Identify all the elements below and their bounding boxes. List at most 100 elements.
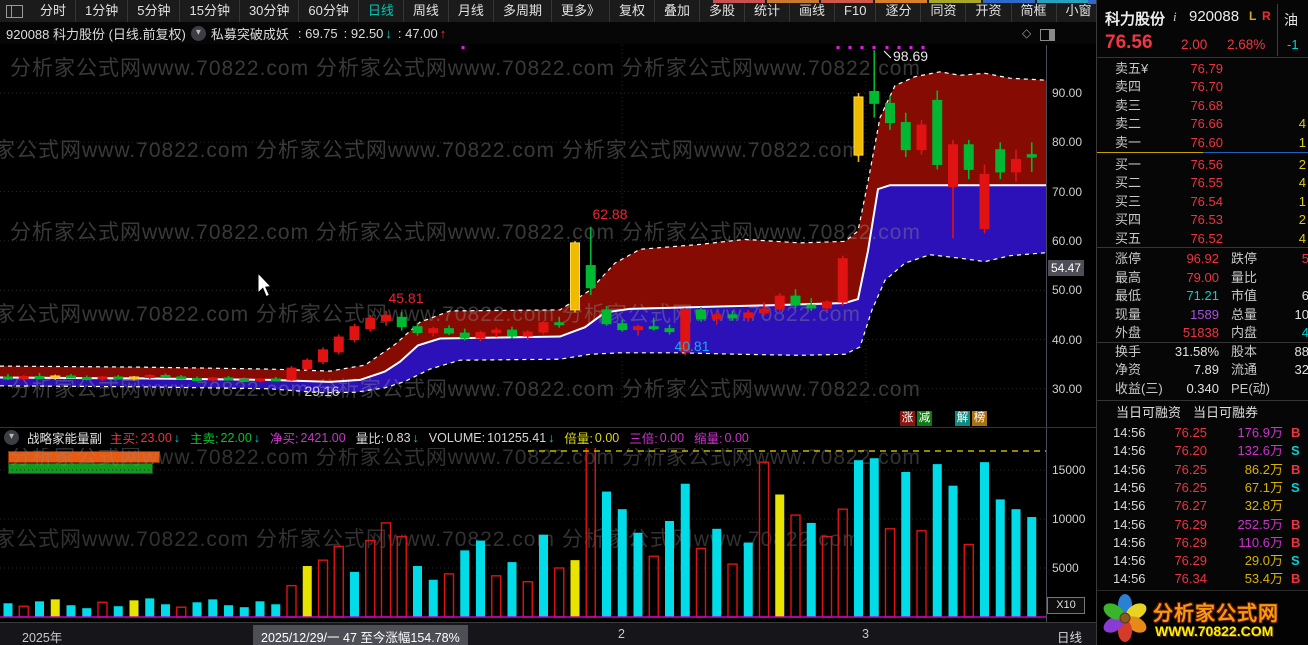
price-axis: 54.47 90.00 80.00 70.00 60.00 50.00 40.00 30.0…: [1046, 45, 1096, 622]
queue-price[interactable]: 76.68: [1153, 97, 1223, 115]
queue-price[interactable]: 76.60: [1153, 134, 1223, 152]
volume-axis-label: 10000: [1052, 512, 1086, 526]
volume-bar: [554, 567, 565, 618]
candle: [932, 99, 943, 165]
queue-price[interactable]: 76.70: [1153, 78, 1223, 96]
candle: [963, 144, 974, 170]
ask-row[interactable]: 卖二 76.66 4: [1097, 115, 1308, 133]
ask-row[interactable]: 卖四 76.70: [1097, 78, 1308, 96]
chart-header: 920088 科力股份 (日线.前复权) ▾ 私募突破成妖 : 69.75: 9…: [0, 22, 1096, 44]
info-value: 71.21: [1186, 288, 1219, 303]
bid-row[interactable]: 买二 76.55 4: [1097, 174, 1308, 192]
volume-chart[interactable]: 分析家公式网www.70822.com 分析家公式网www.70822.com …: [0, 448, 1046, 621]
volume-bar: [712, 528, 722, 617]
tick-time: 14:56: [1113, 516, 1146, 532]
chart-badge-减[interactable]: 减: [917, 411, 932, 426]
tick-time: 14:56: [1113, 553, 1146, 569]
tab-strip: [983, 0, 1035, 3]
volume-bar: [255, 601, 265, 617]
queue-price[interactable]: 76.66: [1153, 115, 1223, 133]
last-price: 76.56: [1105, 32, 1153, 53]
tick-row: 14:56 76.34 53.4万 B: [1097, 570, 1308, 588]
indicator-values: : 69.75: 92.50 ↓: 47.00 ↑: [294, 26, 446, 41]
quote-panel: 科力股份 i 920088 L R 76.56 2.00 2.68% 油 -1 …: [1096, 0, 1308, 645]
tick-amount: 53.4万: [1244, 571, 1283, 587]
volume-bar: [775, 494, 785, 617]
info-icon[interactable]: i: [1173, 9, 1177, 25]
candle: [507, 329, 517, 337]
tab-strip: [875, 0, 927, 3]
queue-price[interactable]: 76.79: [1153, 60, 1223, 78]
mouse-cursor: [257, 271, 273, 298]
margin-tab-1[interactable]: 当日可融券: [1193, 404, 1258, 422]
volume-bar: [239, 607, 249, 617]
ask-row[interactable]: 卖五¥ 76.79: [1097, 60, 1308, 78]
panel-layout-icon[interactable]: [1040, 29, 1055, 41]
site-logo[interactable]: 分析家公式网 WWW.70822.COM: [1097, 590, 1308, 645]
sub-stat-2: 净买: 2421.00: [270, 428, 346, 447]
queue-price[interactable]: 76.53: [1153, 211, 1223, 229]
queue-price[interactable]: 76.54: [1153, 193, 1223, 211]
volume-bar: [570, 560, 580, 617]
main-candlestick-chart[interactable]: 分析家公式网www.70822.com 分析家公式网www.70822.com …: [0, 45, 1046, 427]
tick-price: 76.25: [1174, 479, 1207, 495]
candle: [412, 326, 423, 334]
candle: [790, 295, 801, 306]
ask-row[interactable]: 卖一 76.60 1: [1097, 134, 1308, 152]
queue-volume: 4: [1298, 175, 1306, 191]
diamond-icon[interactable]: ◇: [1022, 26, 1031, 40]
candle: [774, 295, 785, 310]
window-pane-icon[interactable]: [6, 4, 23, 18]
bid-row[interactable]: 买四 76.53 2: [1097, 211, 1308, 229]
chevron-down-circle-icon[interactable]: ▾: [190, 25, 206, 41]
ask-row[interactable]: 卖三 76.68: [1097, 97, 1308, 115]
candle: [885, 102, 895, 124]
queue-volume: 1: [1298, 193, 1306, 209]
candle: [979, 173, 990, 230]
divider: [1097, 400, 1308, 401]
bid-row[interactable]: 买三 76.54 1: [1097, 193, 1308, 211]
candle: [66, 375, 76, 379]
sub-stat-label: VOLUME:: [428, 430, 486, 445]
watermark-text: 分析家公式网www.70822.com 分析家公式网www.70822.com …: [0, 528, 861, 551]
sub-stat-value: 0.00: [724, 430, 749, 445]
status-year: 2025年: [22, 631, 63, 645]
stock-name[interactable]: 科力股份: [1105, 8, 1165, 29]
queue-price[interactable]: 76.56: [1153, 156, 1223, 174]
tick-price: 76.29: [1174, 534, 1207, 550]
sub-stat-0: 主买: 23.00 ↓: [110, 428, 180, 447]
candle: [727, 314, 738, 319]
arrow-down-icon: ↓: [253, 430, 261, 445]
queue-level-label: 买四: [1115, 212, 1142, 228]
tick-price: 76.25: [1174, 425, 1207, 440]
chevron-down-circle-icon[interactable]: ▾: [4, 430, 19, 445]
signal-dot: [885, 46, 889, 49]
tick-side: S: [1291, 443, 1300, 459]
chart-badge-榜[interactable]: 榜: [972, 411, 987, 426]
candle: [428, 328, 439, 334]
candle: [522, 331, 533, 337]
info-value: 7.89: [1193, 362, 1219, 377]
arrow-down-icon: ↓: [385, 25, 392, 41]
candle: [365, 317, 376, 330]
stock-code: 920088: [1189, 8, 1240, 25]
chart-badge-解[interactable]: 解: [955, 411, 970, 426]
info-value: 51838: [1182, 325, 1219, 340]
bid-row[interactable]: 买五 76.52 4: [1097, 230, 1308, 248]
queue-price[interactable]: 76.55: [1153, 174, 1223, 192]
queue-price[interactable]: 76.52: [1153, 230, 1223, 248]
volume-axis-label: 5000: [1052, 561, 1079, 575]
sub-stat-value: 0.00: [659, 430, 685, 445]
volume-bar: [491, 575, 502, 618]
queue-level-label: 卖一: [1115, 134, 1142, 150]
candle: [948, 144, 958, 188]
flower-logo-icon: [1103, 594, 1147, 642]
chart-badge-涨[interactable]: 涨: [900, 411, 915, 426]
arrow-down-icon: ↓: [173, 430, 181, 445]
volume-bar: [507, 562, 517, 617]
tick-side: B: [1291, 461, 1301, 477]
indicator-name: 私募突破成妖: [210, 26, 289, 42]
bid-row[interactable]: 买一 76.56 2: [1097, 156, 1308, 174]
margin-tab-0[interactable]: 当日可融资: [1116, 404, 1181, 422]
tick-time: 14:56: [1113, 498, 1146, 514]
